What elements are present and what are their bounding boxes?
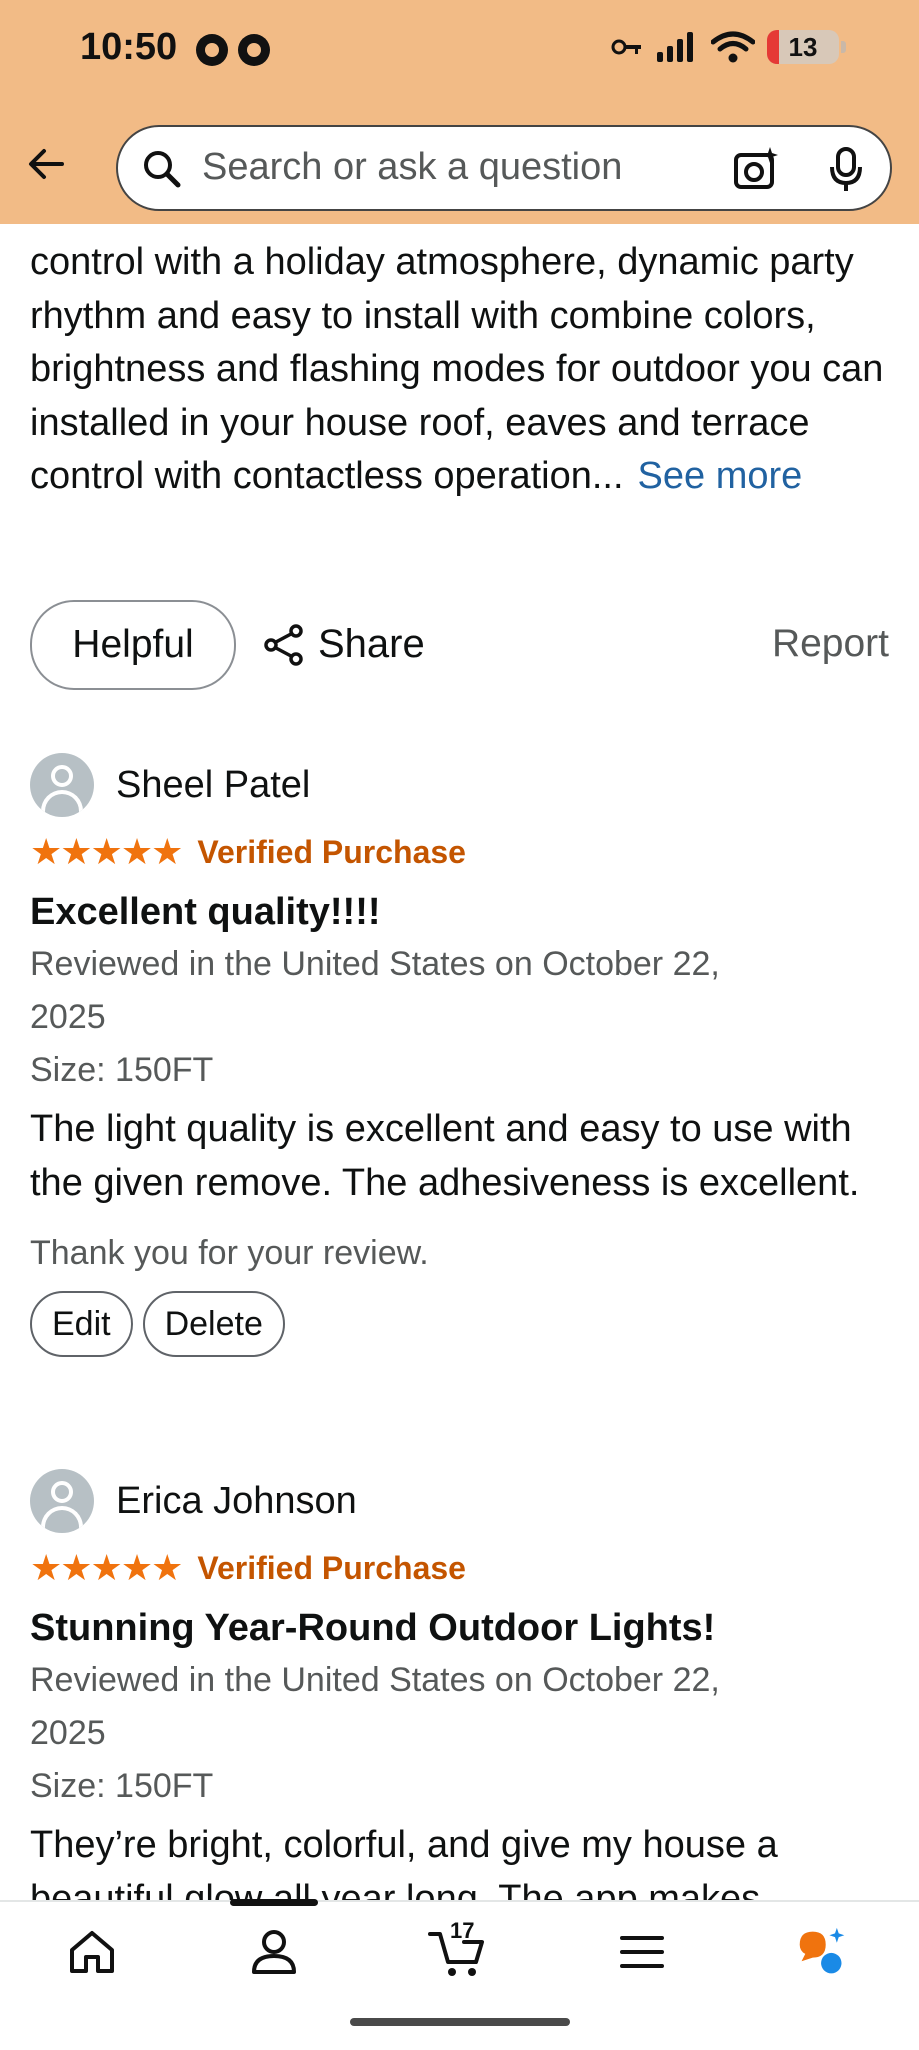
microphone-icon[interactable]	[826, 145, 866, 193]
account-icon[interactable]	[248, 1926, 300, 1978]
status-bar: 10:50 13	[0, 0, 919, 110]
helpful-button[interactable]: Helpful	[30, 600, 236, 690]
avatar	[30, 1469, 94, 1533]
thank-you-note: Thank you for your review.	[30, 1234, 429, 1272]
search-icon	[144, 151, 181, 188]
battery-indicator: 13	[767, 30, 846, 64]
home-indicator[interactable]	[350, 2018, 570, 2026]
cart-button[interactable]: 17	[428, 1918, 488, 1980]
verified-purchase-badge: Verified Purchase	[197, 833, 466, 870]
status-notification-icons	[196, 34, 270, 66]
share-button[interactable]: Share	[262, 622, 425, 667]
avatar	[30, 753, 94, 817]
see-more-link[interactable]: See more	[638, 455, 803, 497]
rating-row: ★★★★★ Verified Purchase	[30, 830, 892, 874]
review-body: The light quality is excellent and easy …	[30, 1108, 860, 1204]
scroll-indicator	[230, 1899, 318, 1906]
review-size: Size: 150FT	[30, 1767, 214, 1805]
back-arrow-icon[interactable]	[22, 140, 70, 188]
helpful-label: Helpful	[72, 623, 194, 666]
signal-icon	[657, 32, 693, 62]
bottom-nav: 17	[0, 1900, 919, 2050]
reviewer-name: Sheel Patel	[116, 763, 311, 806]
star-rating: ★★★★★	[30, 1547, 183, 1588]
key-icon	[611, 39, 641, 55]
reviewer: Erica Johnson	[30, 1468, 892, 1534]
home-icon[interactable]	[66, 1926, 118, 1978]
star-rating: ★★★★★	[30, 831, 183, 872]
review-title: Stunning Year-Round Outdoor Lights!	[30, 1607, 716, 1649]
share-icon	[264, 623, 303, 666]
record-icon	[196, 34, 228, 66]
cart-count: 17	[450, 1918, 475, 1943]
status-right-icons: 13	[611, 30, 846, 64]
assistant-icon[interactable]	[796, 1926, 848, 1978]
review-card: Erica Johnson ★★★★★ Verified Purchase St…	[30, 1468, 892, 1926]
report-link[interactable]: Report	[772, 622, 889, 666]
review-date-line-1: Reviewed in the United States on October…	[30, 1661, 720, 1699]
review-card: Sheel Patel ★★★★★ Verified Purchase Exce…	[30, 752, 892, 1357]
status-time: 10:50	[80, 26, 178, 68]
reviewer: Sheel Patel	[30, 752, 892, 818]
search-input[interactable]: Search or ask a question	[116, 125, 892, 211]
review-date-line-2: 2025	[30, 1714, 106, 1752]
camera-search-icon[interactable]	[732, 145, 780, 193]
wifi-icon	[711, 31, 755, 63]
review-size: Size: 150FT	[30, 1051, 214, 1089]
review-date: Reviewed in the United States on October…	[30, 1654, 892, 1760]
review-actions: Edit Delete	[30, 1291, 892, 1357]
rating-row: ★★★★★ Verified Purchase	[30, 1546, 892, 1590]
app-notification-icon	[238, 34, 270, 66]
search-placeholder: Search or ask a question	[202, 146, 623, 188]
battery-level: 13	[788, 31, 818, 62]
verified-purchase-badge: Verified Purchase	[197, 1549, 466, 1586]
review-excerpt: control with a holiday atmosphere, dynam…	[30, 236, 892, 504]
edit-button[interactable]: Edit	[30, 1291, 133, 1357]
delete-button[interactable]: Delete	[142, 1291, 285, 1357]
reviewer-name: Erica Johnson	[116, 1479, 357, 1522]
review-date-line-2: 2025	[30, 998, 106, 1036]
menu-icon[interactable]	[616, 1926, 668, 1978]
review-title: Excellent quality!!!!	[30, 891, 381, 933]
review-date-line-1: Reviewed in the United States on October…	[30, 945, 720, 983]
review-date: Reviewed in the United States on October…	[30, 938, 892, 1044]
share-label: Share	[318, 622, 425, 666]
